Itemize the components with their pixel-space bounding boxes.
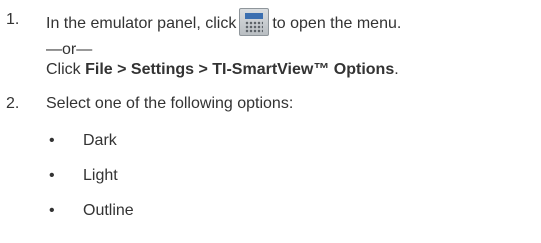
alt-suffix: .	[394, 61, 399, 78]
or-separator: —or—	[46, 41, 93, 58]
menu-path: File > Settings > TI-SmartView™ Options	[85, 61, 395, 78]
step-2-number: 2.	[6, 95, 20, 112]
step-1-text-before-icon: In the emulator panel, click	[46, 15, 237, 33]
calculator-keypad-icon	[239, 8, 270, 36]
option-outline: Outline	[83, 202, 134, 219]
option-light: Light	[83, 167, 118, 184]
bullet-icon: •	[49, 132, 55, 149]
option-dark: Dark	[83, 132, 117, 149]
bullet-icon: •	[49, 202, 55, 219]
bullet-icon: •	[49, 167, 55, 184]
step-1-alternative: Click File > Settings > TI-SmartView™ Op…	[46, 60, 399, 80]
step-2-instruction: Select one of the following options:	[46, 95, 294, 112]
step-1-text-after-icon: to open the menu.	[272, 15, 402, 33]
instructions-document: 1. In the emulator panel, click to open t…	[0, 0, 541, 243]
step-1-number: 1.	[6, 11, 20, 28]
alt-prefix: Click	[46, 61, 86, 78]
step-1-instruction: In the emulator panel, click to open the …	[46, 8, 402, 38]
